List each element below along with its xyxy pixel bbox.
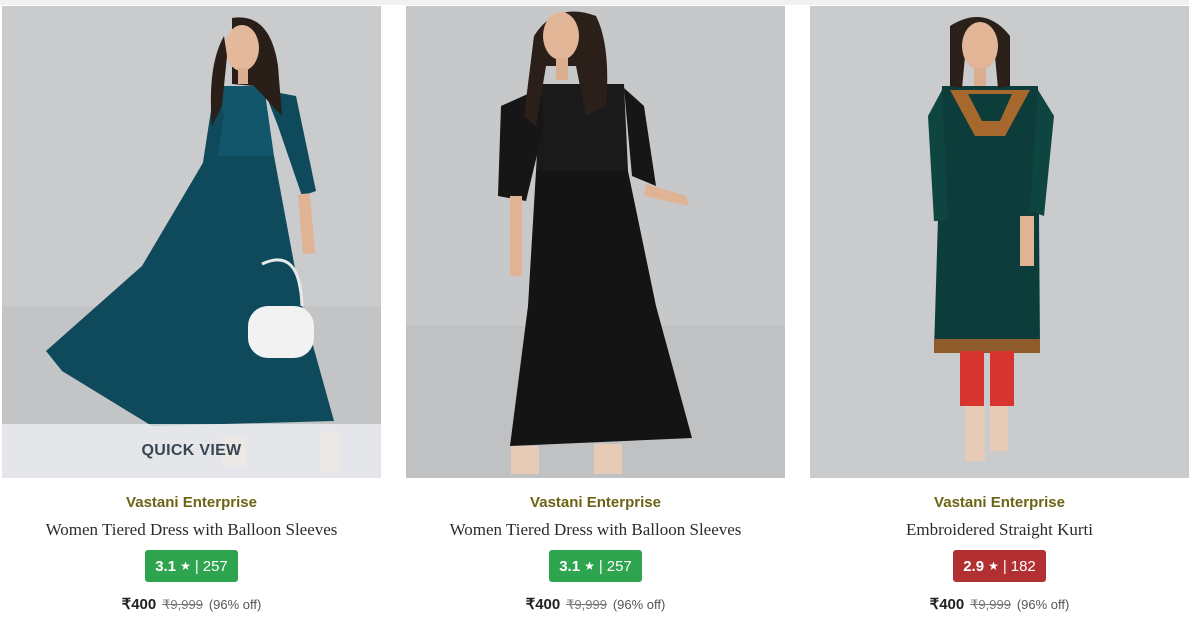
rating-separator: | bbox=[1002, 557, 1007, 575]
star-icon: ★ bbox=[180, 559, 191, 573]
rating-score: 3.1 bbox=[559, 557, 581, 575]
original-price: ₹9,999 bbox=[162, 597, 203, 612]
product-title[interactable]: Embroidered Straight Kurti bbox=[906, 519, 1093, 541]
rating-badge: 3.1 ★ | 257 bbox=[145, 550, 238, 582]
rating-score: 3.1 bbox=[155, 557, 177, 575]
discount-text: (96% off) bbox=[1016, 597, 1070, 612]
product-brand[interactable]: Vastani Enterprise bbox=[934, 493, 1065, 513]
review-count: 257 bbox=[606, 557, 632, 575]
star-icon: ★ bbox=[584, 559, 595, 573]
original-price: ₹9,999 bbox=[970, 597, 1011, 612]
price-row: ₹400 ₹9,999 (96% off) bbox=[122, 594, 262, 614]
discount-text: (96% off) bbox=[208, 597, 262, 612]
product-brand[interactable]: Vastani Enterprise bbox=[530, 493, 661, 513]
rating-badge: 3.1 ★ | 257 bbox=[549, 550, 642, 582]
discount-text: (96% off) bbox=[612, 597, 666, 612]
product-photo-teal-dress bbox=[2, 6, 381, 478]
product-card[interactable]: Vastani Enterprise Women Tiered Dress wi… bbox=[406, 6, 785, 614]
product-image[interactable] bbox=[406, 6, 785, 478]
product-card[interactable]: QUICK VIEW Vastani Enterprise Women Tier… bbox=[2, 6, 381, 614]
top-divider bbox=[0, 0, 1189, 5]
product-card[interactable]: Vastani Enterprise Embroidered Straight … bbox=[810, 6, 1189, 614]
rating-badge: 2.9 ★ | 182 bbox=[953, 550, 1046, 582]
sale-price: ₹400 bbox=[525, 596, 561, 613]
product-photo-green-kurti bbox=[810, 6, 1189, 478]
rating-score: 2.9 bbox=[963, 557, 985, 575]
sale-price: ₹400 bbox=[121, 596, 157, 613]
product-image[interactable]: QUICK VIEW bbox=[2, 6, 381, 478]
price-row: ₹400 ₹9,999 (96% off) bbox=[930, 594, 1070, 614]
rating-separator: | bbox=[194, 557, 199, 575]
product-title[interactable]: Women Tiered Dress with Balloon Sleeves bbox=[450, 519, 742, 541]
quick-view-button[interactable]: QUICK VIEW bbox=[2, 424, 381, 478]
product-title[interactable]: Women Tiered Dress with Balloon Sleeves bbox=[46, 519, 338, 541]
original-price: ₹9,999 bbox=[566, 597, 607, 612]
product-photo-black-dress bbox=[406, 6, 785, 478]
product-grid: QUICK VIEW Vastani Enterprise Women Tier… bbox=[2, 6, 1189, 614]
price-row: ₹400 ₹9,999 (96% off) bbox=[526, 594, 666, 614]
product-brand[interactable]: Vastani Enterprise bbox=[126, 493, 257, 513]
review-count: 182 bbox=[1010, 557, 1036, 575]
review-count: 257 bbox=[202, 557, 228, 575]
rating-separator: | bbox=[598, 557, 603, 575]
product-image[interactable] bbox=[810, 6, 1189, 478]
sale-price: ₹400 bbox=[929, 596, 965, 613]
star-icon: ★ bbox=[988, 559, 999, 573]
